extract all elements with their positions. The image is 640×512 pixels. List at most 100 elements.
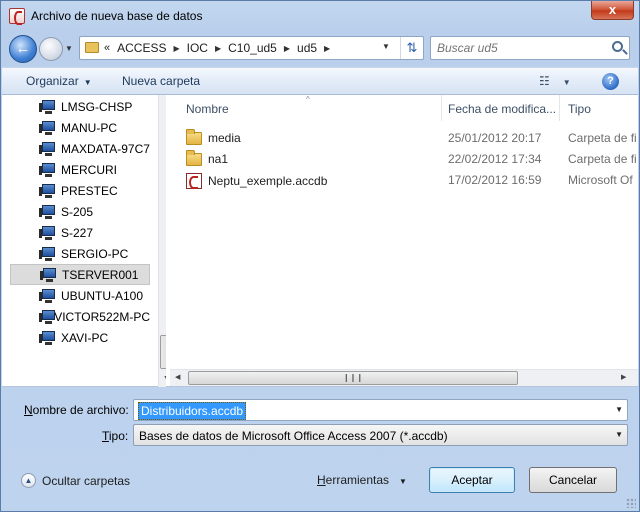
nav-item-computer[interactable]: MAXDATA-97C7 <box>10 138 150 159</box>
nav-item-computer[interactable]: S-205 <box>10 201 150 222</box>
organize-button[interactable]: Organizar ▼ <box>26 74 92 88</box>
nav-item-computer-selected[interactable]: TSERVER001 <box>10 264 150 285</box>
address-history-dropdown[interactable]: ▼ <box>382 42 390 51</box>
scroll-down-icon[interactable]: ▼ <box>163 375 166 382</box>
network-computer-icon <box>39 330 57 345</box>
close-button[interactable]: x <box>591 1 634 20</box>
file-name: na1 <box>208 152 229 166</box>
file-date: 17/02/2012 16:59 <box>448 173 542 187</box>
network-computer-icon <box>39 246 57 261</box>
network-computer-icon <box>39 225 57 240</box>
network-computer-icon <box>39 288 57 303</box>
title-bar[interactable]: Archivo de nueva base de datos x <box>1 1 639 31</box>
chevron-right-icon[interactable]: ▶ <box>280 44 294 53</box>
chevron-down-icon[interactable]: ▼ <box>615 405 623 414</box>
nav-item-computer[interactable]: S-227 <box>10 222 150 243</box>
breadcrumb-ioc[interactable]: IOC <box>184 41 211 55</box>
nav-item-computer[interactable]: UBUNTU-A100 <box>10 285 150 306</box>
resize-grip[interactable] <box>626 498 636 508</box>
view-options-icon: ☷ <box>539 74 550 88</box>
breadcrumb-access[interactable]: ACCESS <box>114 41 169 55</box>
breadcrumb-c10-ud5[interactable]: C10_ud5 <box>225 41 280 55</box>
chevron-down-icon: ▼ <box>562 78 571 87</box>
back-button[interactable]: ← <box>9 35 37 63</box>
file-name: Neptu_exemple.accdb <box>208 174 328 188</box>
help-icon[interactable]: ? <box>602 73 619 90</box>
folder-icon <box>85 42 99 53</box>
column-header-date[interactable]: Fecha de modifica... <box>448 95 560 121</box>
folder-icon <box>186 149 202 166</box>
address-bar[interactable]: « ACCESS ▶ IOC ▶ C10_ud5 ▶ ud5 ▶ ▼ ⇅ <box>79 36 424 60</box>
network-computer-icon <box>39 162 57 177</box>
filetype-select[interactable]: Bases de datos de Microsoft Office Acces… <box>133 424 628 446</box>
chevron-right-icon[interactable]: ▶ <box>320 44 334 53</box>
filename-input[interactable]: Distribuidors.accdb <box>138 402 247 420</box>
organize-label: Organizar <box>26 74 79 88</box>
file-date: 25/01/2012 20:17 <box>448 131 542 145</box>
change-view-button[interactable]: ☷ ▼ <box>539 74 571 88</box>
network-computer-icon <box>39 309 55 324</box>
nav-scrollbar[interactable]: ▼ <box>158 95 166 387</box>
access-db-icon <box>186 173 202 189</box>
file-type: Carpeta de fi <box>568 152 637 166</box>
filetype-label: Tipo: <box>102 429 129 443</box>
search-box[interactable] <box>430 36 630 60</box>
filename-label: Nombre de archivo: <box>24 403 129 417</box>
nav-item-computer[interactable]: MANU-PC <box>10 117 150 138</box>
breadcrumb: « ACCESS ▶ IOC ▶ C10_ud5 ▶ ud5 ▶ <box>104 41 334 55</box>
file-row[interactable]: Neptu_exemple.accdb 17/02/2012 16:59 Mic… <box>186 170 638 191</box>
nav-item-computer[interactable]: PRESTEC <box>10 180 150 201</box>
forward-button[interactable]: → <box>39 37 63 61</box>
chevron-right-icon[interactable]: ▶ <box>211 44 225 53</box>
folder-icon <box>186 128 202 145</box>
file-row[interactable]: media 25/01/2012 20:17 Carpeta de fi <box>186 128 638 149</box>
nav-item-computer[interactable]: MERCURI <box>10 159 150 180</box>
network-computer-icon <box>39 204 57 219</box>
network-computer-icon <box>39 120 57 135</box>
accept-button[interactable]: Aceptar <box>429 467 515 493</box>
breadcrumb-overflow[interactable]: « <box>104 42 114 54</box>
tools-menu-button[interactable]: Herramientas ▼ <box>317 473 407 487</box>
scroll-right-icon[interactable]: ▶ <box>621 373 626 381</box>
file-name: media <box>208 131 241 145</box>
scrollbar-thumb[interactable] <box>160 335 166 369</box>
hide-folders-button[interactable]: ▲ Ocultar carpetas <box>21 473 130 488</box>
network-computer-icon <box>40 267 58 282</box>
nav-item-computer[interactable]: XAVI-PC <box>10 327 150 348</box>
recent-pages-dropdown[interactable]: ▼ <box>65 44 73 53</box>
forward-arrow-icon: → <box>43 40 59 57</box>
nav-item-computer[interactable]: LMSG-CHSP <box>10 96 150 117</box>
search-icon[interactable] <box>612 41 623 52</box>
close-icon: x <box>608 2 617 17</box>
nav-item-computer[interactable]: SERGIO-PC <box>10 243 150 264</box>
breadcrumb-ud5[interactable]: ud5 <box>294 41 320 55</box>
dialog-window: Archivo de nueva base de datos x ← → ▼ «… <box>0 0 640 512</box>
navigation-pane: LMSG-CHSP MANU-PC MAXDATA-97C7 MERCURI P… <box>10 95 166 387</box>
network-computer-icon <box>39 99 57 114</box>
chevron-right-icon[interactable]: ▶ <box>169 44 183 53</box>
command-toolbar: Organizar ▼ Nueva carpeta ☷ ▼ ? <box>2 67 638 95</box>
chevron-down-icon[interactable]: ▼ <box>615 430 623 439</box>
network-computer-icon <box>39 141 57 156</box>
refresh-icon: ⇅ <box>406 40 418 55</box>
filetype-value: Bases de datos de Microsoft Office Acces… <box>139 429 448 443</box>
search-input[interactable] <box>437 40 597 56</box>
filename-field[interactable]: Distribuidors.accdb ▼ <box>133 399 628 421</box>
file-row[interactable]: na1 22/02/2012 17:34 Carpeta de fi <box>186 149 638 170</box>
hide-folders-label: Ocultar carpetas <box>42 473 131 488</box>
file-list: ^ Nombre Fecha de modifica... Tipo media… <box>170 95 638 387</box>
network-computer-icon <box>39 183 57 198</box>
cancel-button[interactable]: Cancelar <box>529 467 617 493</box>
back-arrow-icon: ← <box>15 40 31 57</box>
file-type: Carpeta de fi <box>568 131 637 145</box>
content-area: LMSG-CHSP MANU-PC MAXDATA-97C7 MERCURI P… <box>2 95 638 387</box>
file-date: 22/02/2012 17:34 <box>448 152 542 166</box>
horizontal-scrollbar[interactable]: ◀ ❙❙❙ ▶ <box>170 369 638 386</box>
column-header-name[interactable]: Nombre <box>186 95 442 121</box>
scroll-left-icon[interactable]: ◀ <box>175 373 180 381</box>
new-folder-button[interactable]: Nueva carpeta <box>122 74 200 88</box>
nav-item-computer[interactable]: VICTOR522M-PC <box>10 306 150 327</box>
column-header-type[interactable]: Tipo <box>568 95 638 121</box>
scrollbar-thumb[interactable]: ❙❙❙ <box>188 371 518 385</box>
refresh-button[interactable]: ⇅ <box>400 37 423 59</box>
